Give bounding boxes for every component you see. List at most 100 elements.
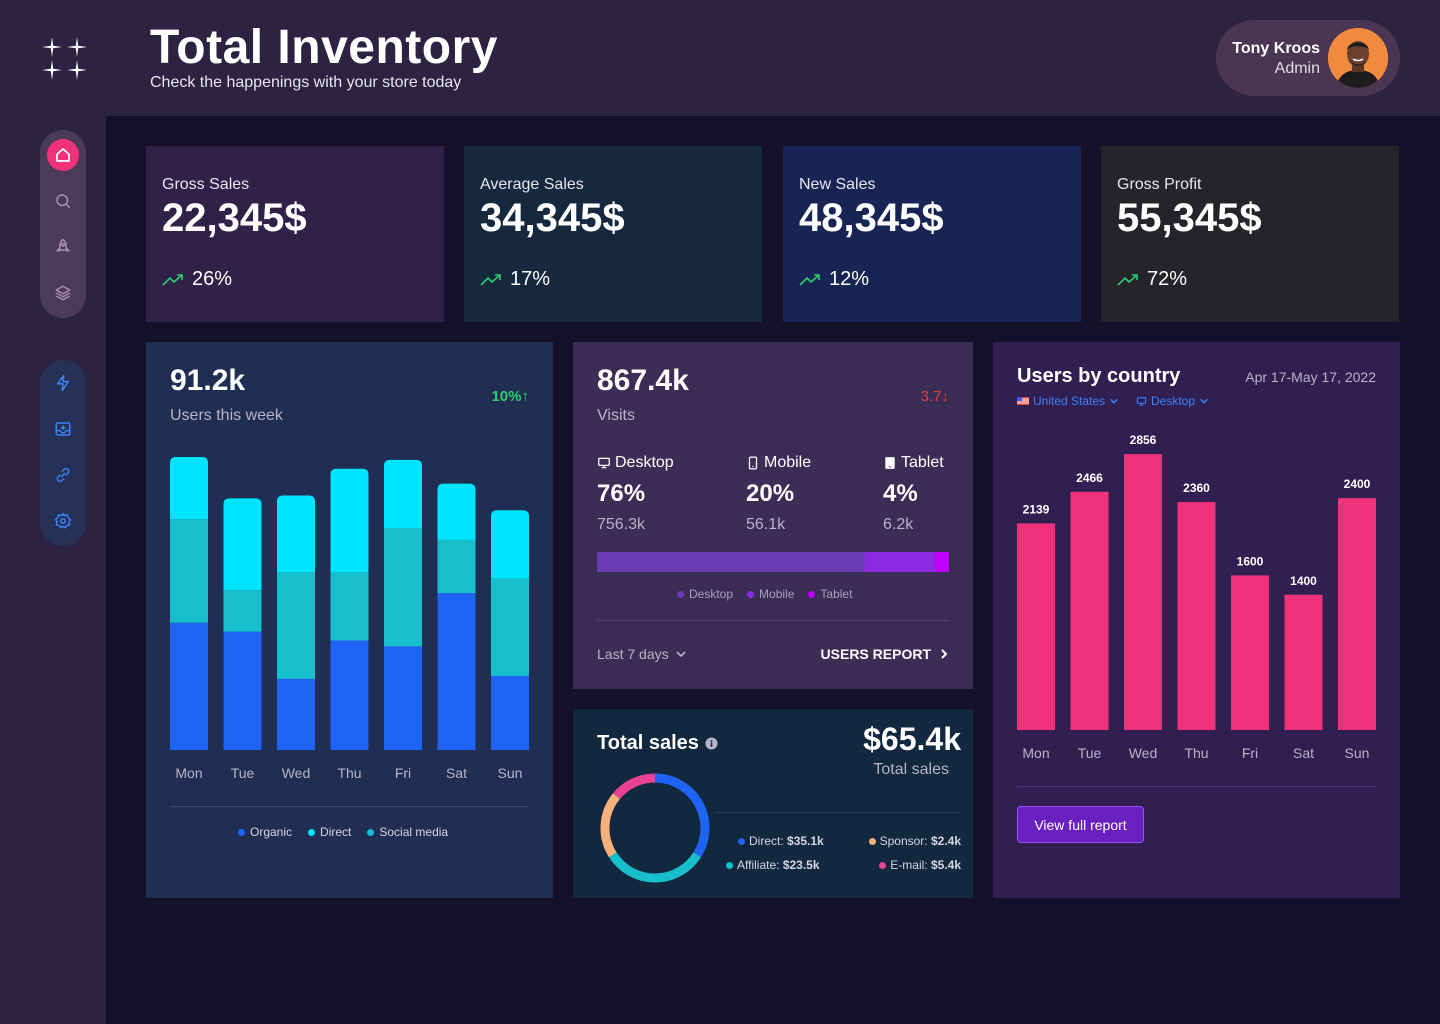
kpi-label: Gross Sales	[162, 176, 250, 193]
device-pct: 4%	[883, 480, 918, 507]
info-icon[interactable]	[705, 737, 718, 750]
bar-segment-direct	[437, 483, 476, 540]
rocket-icon	[56, 238, 70, 252]
legend-direct: Direct	[308, 825, 351, 839]
page-title: Total Inventory	[150, 21, 498, 74]
view-full-report-button[interactable]: View full report	[1017, 806, 1144, 843]
device-filter[interactable]: Desktop	[1136, 394, 1209, 408]
kpi-trend-value: 12%	[829, 268, 870, 290]
x-tick-label: Mon	[1022, 745, 1049, 761]
legend-tablet: Tablet	[808, 587, 852, 601]
kpi-trend: 17%	[480, 268, 550, 291]
legend-desktop: Desktop	[677, 587, 733, 601]
visits-panel: 867.4k Visits 3.7↓ Desktop 76% 756.3k Mo…	[573, 342, 973, 689]
users-report-label: USERS REPORT	[820, 646, 931, 662]
users-by-country-panel: Users by country Apr 17-May 17, 2022 Uni…	[993, 342, 1400, 898]
user-profile-chip[interactable]: Tony Kroos Admin	[1216, 20, 1400, 96]
avatar[interactable]	[1328, 28, 1388, 88]
bar-segment-social-media	[437, 539, 476, 594]
bar-value-label: 2400	[1344, 477, 1371, 491]
users-legend: Organic Direct Social media	[238, 825, 448, 839]
inbox-icon	[55, 422, 71, 436]
bar-segment-organic	[491, 676, 529, 750]
kpi-trend-value: 72%	[1147, 268, 1188, 290]
nav-settings[interactable]	[40, 498, 86, 544]
tablet-icon	[885, 457, 895, 469]
primary-nav	[40, 130, 86, 318]
bar-segment-organic	[277, 678, 315, 750]
x-tick-label: Tue	[231, 765, 255, 781]
device-share-bar	[597, 552, 949, 572]
trend-up-icon	[480, 273, 501, 286]
desktop-icon	[598, 457, 610, 469]
kpi-label: New Sales	[799, 176, 876, 193]
sales-item-affiliate: Affiliate: $23.5k	[726, 858, 820, 872]
bar	[1231, 575, 1269, 730]
kpi-trend-value: 17%	[510, 268, 551, 290]
divider	[597, 620, 949, 621]
device-filter-label: Desktop	[1151, 394, 1196, 408]
country-title: Users by country	[1017, 365, 1181, 387]
users-week-value: 91.2k	[170, 364, 246, 397]
users-stacked-bar-chart: Mon Tue Wed Thu Fri Sat Sun	[170, 456, 529, 781]
bar-segment-organic	[223, 631, 262, 750]
kpi-label: Average Sales	[480, 176, 584, 193]
kpi-trend: 72%	[1117, 268, 1187, 291]
bar	[1338, 498, 1376, 730]
nav-search[interactable]	[40, 178, 86, 224]
nav-launch[interactable]	[40, 224, 86, 270]
total-sales-value: $65.4k	[863, 721, 961, 757]
bar-segment-organic	[384, 646, 422, 750]
nav-activity[interactable]	[40, 360, 86, 406]
legend-organic: Organic	[238, 825, 292, 839]
nav-layers[interactable]	[40, 270, 86, 316]
mobile-icon	[748, 456, 758, 470]
kpi-new-sales: New Sales 48,345$ 12%	[783, 146, 1081, 322]
tablet-share-segment	[934, 552, 949, 572]
x-tick-label: Tue	[1078, 745, 1102, 761]
bar-segment-direct	[277, 495, 315, 573]
bar-segment-social-media	[170, 519, 208, 623]
donut-slice-affiliate	[608, 852, 702, 883]
users-week-change: 10%↑	[491, 388, 529, 405]
bar-segment-direct	[223, 498, 262, 591]
mobile-share-segment	[864, 552, 935, 572]
x-tick-label: Fri	[1242, 745, 1258, 761]
chevron-down-icon	[1200, 398, 1208, 404]
total-sales-label: Total sales	[873, 761, 949, 778]
country-bar-chart: 2139 Mon 2466 Tue 2856 Wed 2360 Thu 1600 Fri 1400 S…	[1017, 433, 1376, 761]
kpi-average-sales: Average Sales 34,345$ 17%	[464, 146, 762, 322]
x-tick-label: Wed	[1129, 745, 1158, 761]
nav-home[interactable]	[40, 132, 86, 178]
bar-value-label: 1400	[1290, 574, 1317, 588]
kpi-value: 48,345$	[799, 196, 944, 240]
x-tick-label: Thu	[1184, 745, 1208, 761]
divider	[1017, 786, 1376, 787]
nav-inbox[interactable]	[40, 406, 86, 452]
bar-value-label: 2360	[1183, 481, 1210, 495]
trend-up-icon	[162, 273, 183, 286]
bar-segment-organic	[170, 622, 208, 750]
bar-value-label: 2466	[1076, 471, 1103, 485]
period-dropdown[interactable]: Last 7 days	[597, 646, 687, 662]
country-filter[interactable]: United States	[1017, 394, 1119, 408]
nav-links[interactable]	[40, 452, 86, 498]
country-date-range: Apr 17-May 17, 2022	[1245, 369, 1376, 385]
sales-donut-chart	[600, 773, 710, 883]
divider	[716, 812, 961, 813]
sparkle-logo-icon	[42, 37, 87, 80]
x-tick-label: Thu	[337, 765, 361, 781]
kpi-trend: 26%	[162, 268, 232, 291]
page-subtitle: Check the happenings with your store tod…	[150, 74, 462, 91]
bar-value-label: 2139	[1023, 502, 1050, 516]
bar	[1124, 454, 1162, 730]
device-abs: 56.1k	[746, 516, 786, 533]
us-flag-icon	[1017, 397, 1029, 405]
users-report-link[interactable]: USERS REPORT	[821, 646, 949, 662]
x-tick-label: Mon	[175, 765, 202, 781]
device-pct: 76%	[597, 480, 646, 507]
sales-item-email: E-mail: $5.4k	[879, 858, 961, 872]
bar	[1070, 491, 1109, 730]
kpi-label: Gross Profit	[1117, 176, 1202, 193]
bar-value-label: 1600	[1237, 554, 1264, 568]
